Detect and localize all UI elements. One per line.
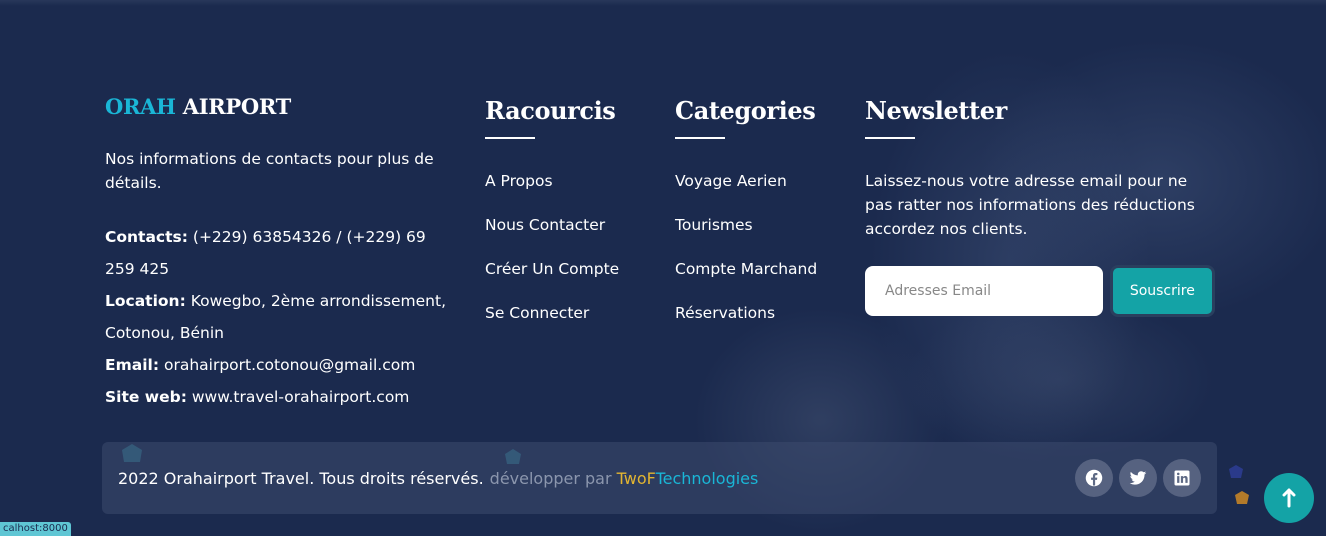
twitter-icon[interactable]	[1119, 459, 1157, 497]
scroll-to-top-button[interactable]	[1264, 473, 1314, 523]
email-field[interactable]	[865, 266, 1103, 316]
newsletter-description: Laissez-nous votre adresse email pour ne…	[865, 172, 1195, 238]
link-about[interactable]: A Propos	[485, 172, 553, 190]
link-contact[interactable]: Nous Contacter	[485, 216, 605, 234]
heading-underline	[485, 137, 535, 139]
link-reservations[interactable]: Réservations	[675, 304, 775, 322]
shortcuts-column: Racourcis A Propos Nous Contacter Créer …	[485, 96, 619, 345]
subscribe-button[interactable]: Souscrire	[1109, 265, 1215, 317]
social-links	[1075, 459, 1201, 497]
link-tourism[interactable]: Tourismes	[675, 216, 753, 234]
copyright-text: 2022 Orahairport Travel. Tous droits rés…	[118, 468, 759, 488]
contact-info: Contacts: (+229) 63854326 / (+229) 69 25…	[105, 221, 455, 413]
link-merchant-account[interactable]: Compte Marchand	[675, 260, 817, 278]
categories-heading: Categories	[675, 96, 816, 125]
list-item: Compte Marchand	[675, 257, 817, 301]
location-line: Location: Kowegbo, 2ème arrondissement, …	[105, 292, 447, 342]
list-item: Nous Contacter	[485, 213, 619, 257]
developer-link[interactable]: TwoFTechnologies	[617, 469, 759, 488]
link-login[interactable]: Se Connecter	[485, 304, 589, 322]
status-bar-url: calhost:8000	[0, 522, 71, 536]
facebook-icon[interactable]	[1075, 459, 1113, 497]
top-divider	[0, 0, 1326, 6]
heading-underline	[675, 137, 725, 139]
decorative-hexagon	[1235, 491, 1249, 504]
heading-underline	[865, 137, 915, 139]
contacts-line: Contacts: (+229) 63854326 / (+229) 69 25…	[105, 228, 426, 278]
website-line: Site web: www.travel-orahairport.com	[105, 388, 410, 406]
email-line: Email: orahairport.cotonou@gmail.com	[105, 356, 416, 374]
newsletter-heading: Newsletter	[865, 96, 1007, 125]
shortcuts-list: A Propos Nous Contacter Créer Un Compte …	[485, 169, 619, 345]
list-item: Tourismes	[675, 213, 817, 257]
brand-logo: ORAH AIRPORT	[105, 94, 291, 119]
list-item: Voyage Aerien	[675, 169, 817, 213]
newsletter-column: Newsletter Laissez-nous votre adresse em…	[865, 96, 1215, 317]
link-air-travel[interactable]: Voyage Aerien	[675, 172, 787, 190]
list-item: Créer Un Compte	[485, 257, 619, 301]
newsletter-form: Souscrire	[865, 265, 1215, 317]
list-item: A Propos	[485, 169, 619, 213]
list-item: Se Connecter	[485, 301, 619, 345]
arrow-up-icon	[1282, 488, 1296, 508]
linkedin-icon[interactable]	[1163, 459, 1201, 497]
list-item: Réservations	[675, 301, 817, 345]
copyright-bar: 2022 Orahairport Travel. Tous droits rés…	[102, 442, 1217, 514]
categories-column: Categories Voyage Aerien Tourismes Compt…	[675, 96, 817, 345]
shortcuts-heading: Racourcis	[485, 96, 616, 125]
categories-list: Voyage Aerien Tourismes Compte Marchand …	[675, 169, 817, 345]
brand-column: ORAH AIRPORT Nos informations de contact…	[105, 94, 455, 413]
decorative-hexagon	[1229, 465, 1243, 478]
link-create-account[interactable]: Créer Un Compte	[485, 260, 619, 278]
brand-description: Nos informations de contacts pour plus d…	[105, 150, 434, 192]
